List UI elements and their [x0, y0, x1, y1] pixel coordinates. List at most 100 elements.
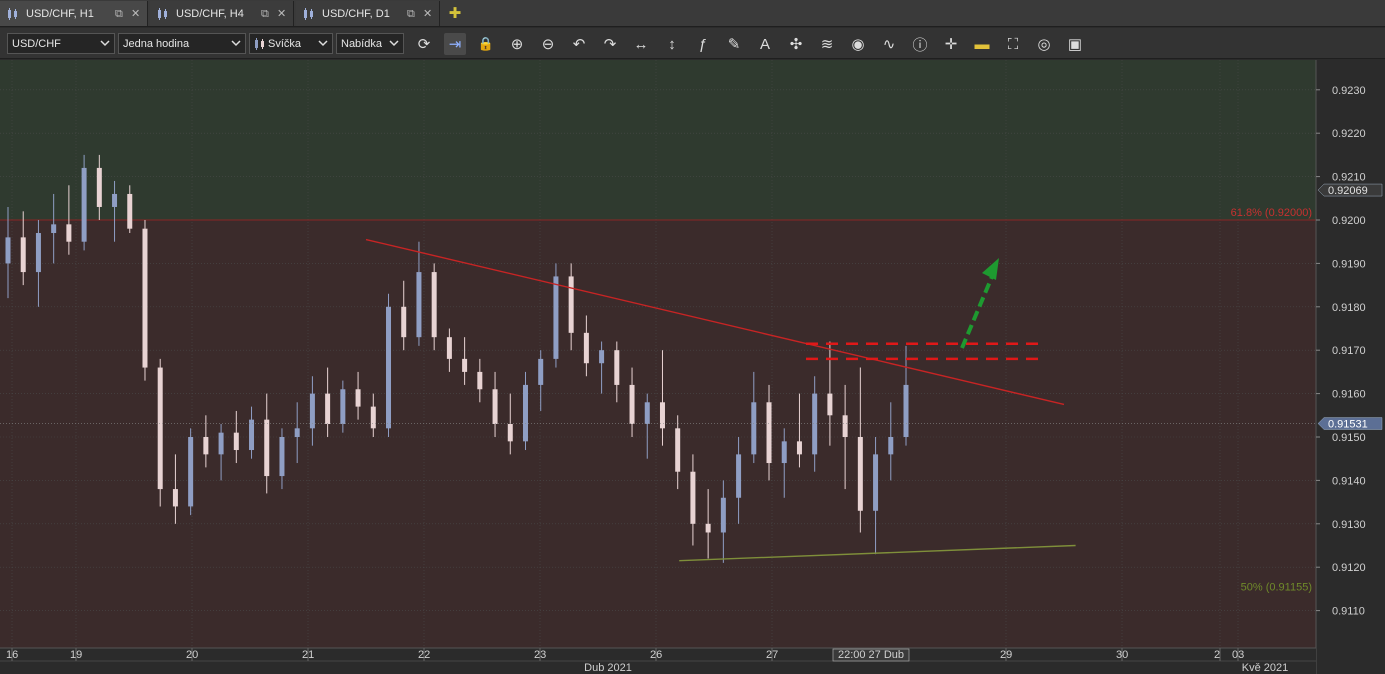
candle-body [142, 228, 148, 368]
current-price-tag-label: 0.91531 [1328, 419, 1368, 431]
fx-indicators-icon[interactable]: ƒ [692, 33, 714, 55]
candle-body [873, 454, 879, 511]
fill-bucket-icon[interactable]: ⛶ [1002, 33, 1024, 55]
tab-usdchf-0[interactable]: USD/CHF, H1 ⧉ ✕ [0, 1, 148, 26]
candle-body [5, 237, 11, 264]
candle-body [796, 441, 802, 455]
candle-body [96, 167, 102, 207]
chart-toolbar: USD/CHF Jedna hodina Svíčka Nabídka ⟳ ⇥ 🔒 ⊕… [0, 28, 1385, 59]
y-tick-label: 0.9150 [1332, 432, 1366, 444]
eye-icon[interactable]: ◉ [847, 33, 869, 55]
add-chart-icon[interactable]: ✚ [444, 2, 466, 24]
candle-body [172, 489, 178, 507]
candle-body [249, 419, 255, 451]
fib-upper-zone [0, 60, 1316, 220]
x-tick-label: 16 [6, 649, 18, 661]
close-icon[interactable]: ✕ [423, 8, 433, 19]
y-tick-label: 0.9170 [1332, 345, 1366, 357]
layers-icon[interactable]: ≋ [816, 33, 838, 55]
save-icon[interactable]: ▣ [1064, 33, 1086, 55]
x-tick-label: 2 [1214, 649, 1220, 661]
period-select[interactable]: Jedna hodina [118, 33, 246, 54]
redo-icon[interactable]: ↷ [599, 33, 621, 55]
candlestick-icon [255, 38, 264, 50]
lock-icon[interactable]: 🔒 [475, 33, 497, 55]
fib-lower-zone [0, 220, 1316, 648]
shift-chart-icon[interactable]: ⇥ [444, 33, 466, 55]
refresh-icon[interactable]: ⟳ [413, 33, 435, 55]
candle-body [35, 233, 41, 273]
candle-body [157, 367, 163, 490]
month-label-apr: Dub 2021 [584, 662, 632, 674]
x-tick-label: 21 [302, 649, 314, 661]
horizontal-arrows-icon[interactable]: ↔ [630, 33, 652, 55]
crosshair-icon[interactable]: ✣ [785, 33, 807, 55]
candle-body [644, 402, 650, 424]
instrument-select[interactable]: USD/CHF [7, 33, 115, 54]
x-tick-label: 03 [1232, 649, 1244, 661]
candle-body [370, 406, 376, 429]
candle-body [112, 193, 118, 207]
chart-pattern-icon[interactable]: ∿ [878, 33, 900, 55]
chart-area[interactable]: 0.9230 0.9220 0.9210 0.9200 0.9190 0.9180 0.91… [0, 60, 1385, 674]
x-tick-label: 30 [1116, 649, 1128, 661]
x-tick-label: 22 [418, 649, 430, 661]
popout-icon[interactable]: ⧉ [261, 8, 271, 19]
vertical-arrows-icon[interactable]: ↕ [661, 33, 683, 55]
candle-body [568, 276, 574, 333]
candle-body [659, 402, 665, 429]
candle-body [477, 371, 483, 390]
candlestick-icon [304, 7, 313, 20]
chart-type-select[interactable]: Svíčka [249, 33, 333, 54]
chevron-down-icon [231, 40, 241, 47]
price-side-select[interactable]: Nabídka [336, 33, 404, 54]
y-tick-label: 0.9130 [1332, 519, 1366, 531]
candle-body [583, 332, 589, 364]
text-tool-icon[interactable]: A [754, 33, 776, 55]
y-tick-label: 0.9160 [1332, 389, 1366, 401]
y-tick-label: 0.9220 [1332, 128, 1366, 140]
y-tick-label: 0.9180 [1332, 302, 1366, 314]
period-value: Jedna hodina [123, 37, 190, 50]
y-tick-label: 0.9200 [1332, 215, 1366, 227]
zoom-out-icon[interactable]: ⊖ [537, 33, 559, 55]
candle-body [279, 437, 285, 477]
y-tick-label: 0.9210 [1332, 172, 1366, 184]
candle-body [218, 432, 224, 455]
close-icon[interactable]: ✕ [277, 8, 287, 19]
x-tick-label: 26 [650, 649, 662, 661]
candle-body [522, 384, 528, 442]
undo-icon[interactable]: ↶ [568, 33, 590, 55]
tab-label: USD/CHF, H4 [176, 7, 244, 20]
candle-body [690, 471, 696, 524]
candle-body [386, 306, 392, 429]
color-bar-icon[interactable]: ▬ [971, 33, 993, 55]
lifebuoy-icon[interactable]: ◎ [1033, 33, 1055, 55]
candle-body [827, 393, 833, 416]
candle-body [325, 393, 331, 424]
y-tick-label: 0.9110 [1332, 606, 1365, 618]
candle-body [66, 224, 72, 242]
candle-body [675, 428, 681, 472]
tab-usdchf-1[interactable]: USD/CHF, H4 ⧉ ✕ [150, 1, 294, 26]
zoom-in-icon[interactable]: ⊕ [506, 33, 528, 55]
pencil-draw-icon[interactable]: ✎ [723, 33, 745, 55]
cursor-mode-icon[interactable]: ✛ [940, 33, 962, 55]
x-tick-label: 19 [70, 649, 82, 661]
popout-icon[interactable]: ⧉ [407, 8, 417, 19]
candle-body [431, 272, 437, 338]
info-icon[interactable]: ⓘ [909, 33, 931, 55]
price-axis[interactable] [1316, 60, 1385, 674]
candle-body [538, 358, 544, 385]
candle-body [264, 419, 270, 477]
price-side-value: Nabídka [341, 37, 382, 50]
fib-618-label: 61.8% (0.92000) [1231, 207, 1312, 219]
candle-body [355, 389, 361, 407]
close-icon[interactable]: ✕ [131, 8, 141, 19]
tab-usdchf-2[interactable]: USD/CHF, D1 ⧉ ✕ [296, 1, 440, 26]
candle-body [401, 306, 407, 338]
price-chart[interactable]: 0.9230 0.9220 0.9210 0.9200 0.9190 0.9180 0.91… [0, 60, 1385, 674]
popout-icon[interactable]: ⧉ [115, 8, 125, 19]
x-tick-label: 27 [766, 649, 778, 661]
candle-body [188, 437, 194, 507]
